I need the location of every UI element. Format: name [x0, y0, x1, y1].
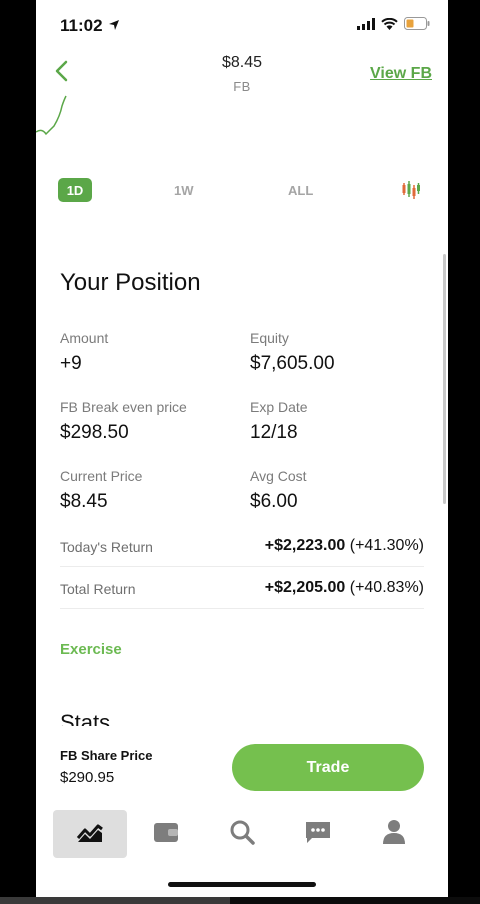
- share-price-value: $290.95: [60, 769, 115, 786]
- exp-date-value: 12/18: [250, 422, 298, 443]
- current-price-label: Current Price: [60, 468, 143, 484]
- screen: 11:02 $8.45 FB View FB 1D 1W ALL Your Po…: [36, 0, 448, 897]
- candlestick-icon[interactable]: [402, 180, 420, 205]
- break-even-label: FB Break even price: [60, 399, 187, 415]
- price-sparkline: [36, 92, 76, 145]
- tab-search[interactable]: [205, 810, 279, 858]
- divider: [60, 608, 424, 609]
- trade-button[interactable]: Trade: [232, 744, 424, 791]
- battery-icon: [404, 17, 430, 35]
- total-return-label: Total Return: [60, 581, 136, 597]
- exp-date-label: Exp Date: [250, 399, 308, 415]
- avg-cost-value: $6.00: [250, 491, 298, 512]
- amount-value: +9: [60, 353, 82, 374]
- home-indicator: [168, 882, 316, 887]
- tab-wallet[interactable]: [129, 810, 203, 858]
- current-price-value: $8.45: [60, 491, 108, 512]
- tab-messages[interactable]: [281, 810, 355, 858]
- todays-return-amount: +$2,223.00: [264, 537, 346, 554]
- todays-return-value: +$2,223.00 (+41.30%): [265, 537, 424, 555]
- todays-return-percent: (+41.30%): [349, 537, 424, 554]
- position-title: Your Position: [60, 269, 201, 296]
- messages-icon: [304, 820, 332, 849]
- scrollbar[interactable]: [443, 254, 446, 504]
- break-even-value: $298.50: [60, 422, 129, 443]
- exercise-button[interactable]: Exercise: [60, 641, 122, 658]
- total-return-amount: +$2,205.00: [264, 579, 346, 596]
- range-all-button[interactable]: ALL: [288, 183, 313, 198]
- total-return-percent: (+40.83%): [349, 579, 424, 596]
- bottom-strip-left: [0, 897, 230, 904]
- signal-icon: [357, 17, 375, 35]
- profile-icon: [382, 819, 406, 850]
- status-icons: [357, 17, 430, 35]
- divider: [60, 566, 424, 567]
- total-return-value: +$2,205.00 (+40.83%): [265, 579, 424, 597]
- range-1w-button[interactable]: 1W: [174, 183, 194, 198]
- wallet-icon: [153, 820, 179, 849]
- search-icon: [229, 819, 255, 850]
- tab-chart[interactable]: [53, 810, 127, 858]
- avg-cost-label: Avg Cost: [250, 468, 307, 484]
- stats-title: Stats: [60, 710, 111, 726]
- status-time: 11:02: [60, 16, 103, 35]
- range-selector: 1D 1W ALL: [36, 178, 448, 204]
- amount-label: Amount: [60, 330, 109, 346]
- equity-label: Equity: [250, 330, 289, 346]
- range-1d-button[interactable]: 1D: [58, 178, 92, 202]
- chart-icon: [76, 820, 104, 849]
- view-fb-link[interactable]: View FB: [370, 65, 432, 83]
- wifi-icon: [381, 17, 398, 35]
- todays-return-label: Today's Return: [60, 539, 153, 555]
- share-price-label: FB Share Price: [60, 748, 153, 763]
- equity-value: $7,605.00: [250, 353, 335, 374]
- tab-profile[interactable]: [357, 810, 431, 858]
- location-arrow-icon: [108, 18, 120, 36]
